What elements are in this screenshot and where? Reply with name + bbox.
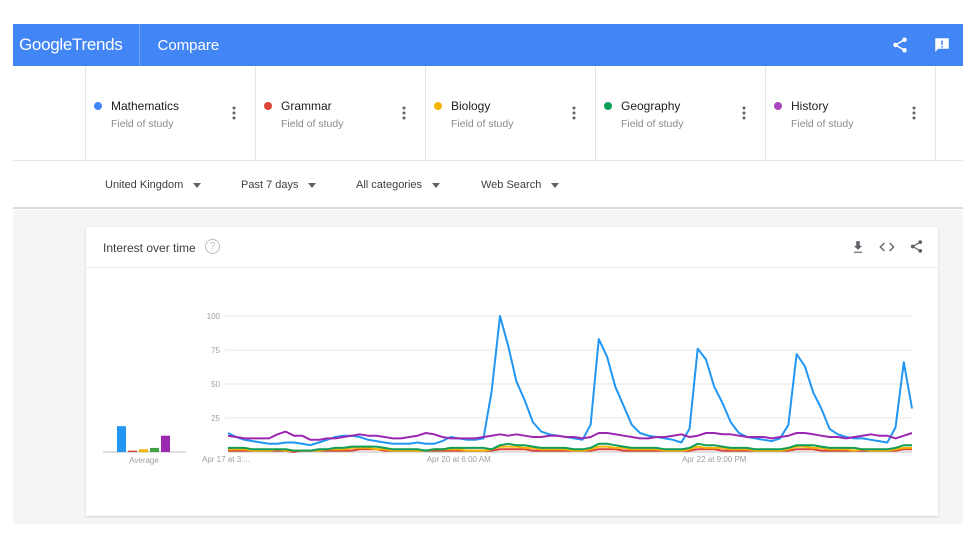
y-tick-label: 25 (211, 414, 220, 423)
x-tick-label: Apr 17 at 3:... (202, 455, 250, 464)
x-tick-label: Apr 22 at 9:00 PM (682, 455, 747, 464)
average-label: Average (129, 456, 159, 465)
average-bar-biology (139, 449, 148, 452)
y-tick-label: 75 (211, 346, 220, 355)
interest-chart: 25 50 75 100 Apr 17 at 3:... Apr 20 at 6:00 A… (103, 312, 913, 465)
average-bar-mathematics (117, 426, 126, 452)
average-bar-history (161, 435, 170, 452)
average-bar-grammar (128, 450, 137, 452)
average-bar-geography (150, 447, 159, 452)
y-tick-label: 50 (211, 380, 220, 389)
y-tick-label: 100 (207, 312, 221, 321)
x-tick-label: Apr 20 at 6:00 AM (427, 455, 491, 464)
series-line-mathematics (227, 315, 913, 447)
